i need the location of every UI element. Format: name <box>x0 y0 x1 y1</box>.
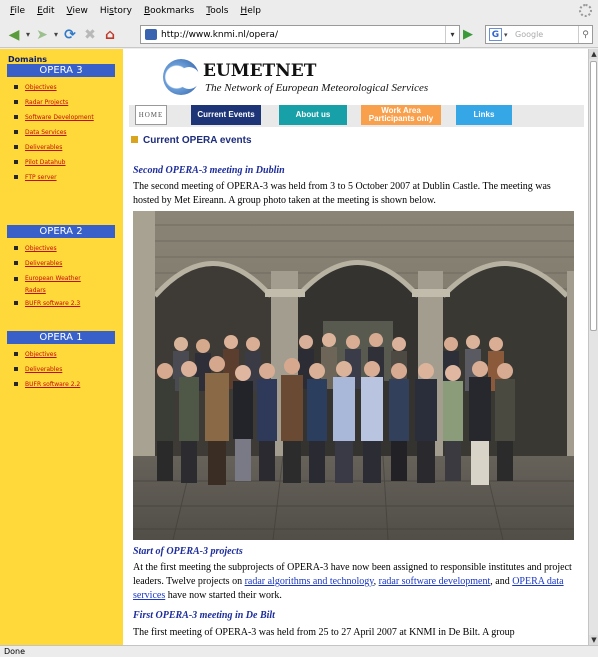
tab-current-events[interactable]: Current Events <box>191 105 261 125</box>
article-text-dublin: The second meeting of OPERA-3 was held f… <box>133 181 551 206</box>
menu-tools[interactable]: Tools <box>206 6 228 16</box>
search-engine-icon[interactable]: G <box>489 28 502 41</box>
navigation-toolbar: ◀ ▾ ➤ ▾ ⟳ ✖ ⌂ http://www.knmi.nl/opera/ … <box>0 22 598 48</box>
article-text-part: have now started their work. <box>165 590 282 601</box>
logo-subtitle: The Network of European Meteorological S… <box>205 82 429 94</box>
reload-icon[interactable]: ⟳ <box>60 25 80 45</box>
sidebar-link-pilot-datahub[interactable]: Pilot Datahub <box>14 155 123 170</box>
status-text: Done <box>4 647 26 656</box>
go-arrow-icon[interactable]: ▶ <box>463 27 473 42</box>
section-heading-text: Current OPERA events <box>143 135 252 146</box>
article-text-start-projects: At the first meeting the subprojects of … <box>133 561 573 603</box>
url-text[interactable]: http://www.knmi.nl/opera/ <box>161 30 445 40</box>
search-bar[interactable]: G ▾ Google ⚲ <box>485 25 593 44</box>
scroll-down-arrow-icon[interactable]: ▼ <box>589 635 598 645</box>
group-photo <box>133 211 574 540</box>
url-dropdown-icon[interactable]: ▾ <box>445 26 459 43</box>
link-radar-algorithms[interactable]: radar algorithms and technology <box>245 576 374 587</box>
eumetnet-logo-swirl <box>178 67 200 89</box>
site-favicon-icon <box>145 29 157 40</box>
sidebar-link-deliverables[interactable]: Deliverables <box>14 362 123 377</box>
article-title-de-bilt: First OPERA-3 meeting in De Bilt <box>133 610 275 621</box>
sidebar-heading-opera-1: OPERA 1 <box>7 331 115 344</box>
scrollbar-thumb[interactable] <box>590 61 597 331</box>
search-input[interactable]: Google <box>515 30 578 39</box>
stop-icon[interactable]: ✖ <box>80 25 100 45</box>
nav-tabs: HOME Current Events About us Work Area P… <box>129 105 584 127</box>
search-engine-dropdown-icon[interactable]: ▾ <box>504 31 512 39</box>
tab-home[interactable]: HOME <box>135 105 167 125</box>
sidebar-title: Domains <box>8 55 48 64</box>
menu-bookmarks[interactable]: Bookmarks <box>144 6 194 16</box>
domains-sidebar: Domains OPERA 3 Objectives Radar Project… <box>0 49 123 645</box>
sidebar-link-data-services[interactable]: Data Services <box>14 125 123 140</box>
sidebar-link-deliverables[interactable]: Deliverables <box>14 256 123 271</box>
group-photo-image <box>133 211 574 540</box>
menu-view[interactable]: View <box>67 6 88 16</box>
sidebar-link-bufr-software-2-3[interactable]: BUFR software 2.3 <box>14 296 123 311</box>
url-bar[interactable]: http://www.knmi.nl/opera/ ▾ <box>140 25 460 44</box>
sidebar-link-software-development[interactable]: Software Development <box>14 110 123 125</box>
search-magnifier-icon[interactable]: ⚲ <box>578 26 592 43</box>
forward-arrow-icon[interactable]: ➤ <box>32 25 52 45</box>
sidebar-link-objectives[interactable]: Objectives <box>14 347 123 362</box>
sidebar-link-radar-projects[interactable]: Radar Projects <box>14 95 123 110</box>
link-radar-software-development[interactable]: radar software development <box>379 576 491 587</box>
main-content: EUMETNET The Network of European Meteoro… <box>123 49 588 645</box>
section-heading: Current OPERA events <box>131 135 252 146</box>
menu-bar: File Edit View History Bookmarks Tools H… <box>0 0 598 22</box>
sidebar-heading-opera-3: OPERA 3 <box>7 64 115 77</box>
tab-about-us[interactable]: About us <box>279 105 347 125</box>
article-title-dublin: Second OPERA-3 meeting in Dublin <box>133 165 285 176</box>
home-icon[interactable]: ⌂ <box>100 25 120 45</box>
sidebar-link-deliverables[interactable]: Deliverables <box>14 140 123 155</box>
logo-title: EUMETNET <box>203 61 317 81</box>
forward-history-dropdown-icon[interactable]: ▾ <box>52 25 60 45</box>
menu-file[interactable]: File <box>10 6 25 16</box>
throbber-icon <box>579 4 592 17</box>
sidebar-link-european-weather-radars[interactable]: European Weather Radars <box>14 271 103 296</box>
tab-work-area[interactable]: Work Area Participants only <box>361 105 441 125</box>
scroll-up-arrow-icon[interactable]: ▲ <box>589 49 598 59</box>
status-bar: Done <box>0 645 598 657</box>
sidebar-link-objectives[interactable]: Objectives <box>14 80 123 95</box>
browser-window: File Edit View History Bookmarks Tools H… <box>0 0 598 657</box>
sidebar-link-bufr-software-2-2[interactable]: BUFR software 2.2 <box>14 377 123 392</box>
sidebar-link-ftp-server[interactable]: FTP server <box>14 170 123 185</box>
article-text-part: , and <box>490 576 513 587</box>
menu-help[interactable]: Help <box>240 6 261 16</box>
vertical-scrollbar[interactable]: ▲ ▼ <box>588 49 598 645</box>
bullet-square-icon <box>131 136 138 143</box>
article-title-start-projects: Start of OPERA-3 projects <box>133 546 243 557</box>
sidebar-link-objectives[interactable]: Objectives <box>14 241 123 256</box>
back-history-dropdown-icon[interactable]: ▾ <box>24 25 32 45</box>
menu-history[interactable]: History <box>100 6 132 16</box>
back-arrow-icon[interactable]: ◀ <box>4 25 24 45</box>
article-text-de-bilt: The first meeting of OPERA-3 was held fr… <box>133 627 515 638</box>
tab-links[interactable]: Links <box>456 105 512 125</box>
sidebar-heading-opera-2: OPERA 2 <box>7 225 115 238</box>
menu-edit[interactable]: Edit <box>37 6 54 16</box>
